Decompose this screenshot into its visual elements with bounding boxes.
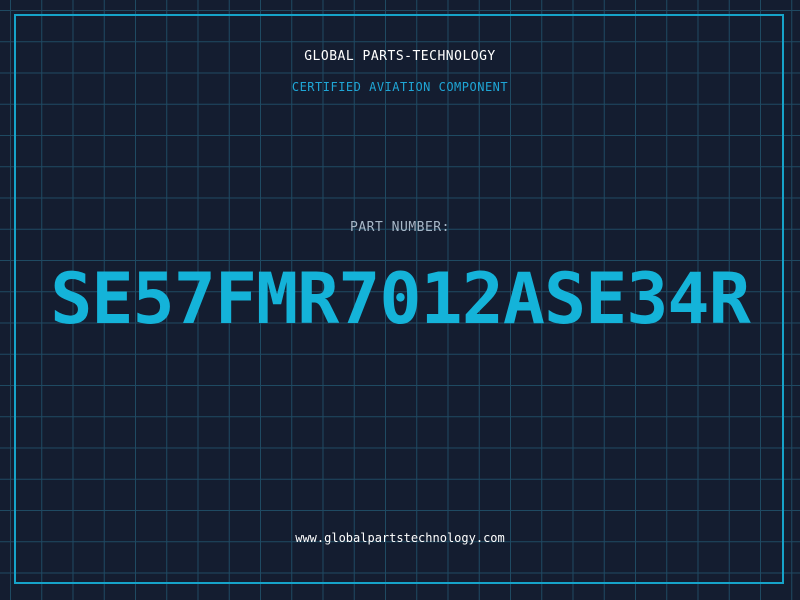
company-name: GLOBAL PARTS-TECHNOLOGY bbox=[304, 49, 496, 64]
part-number-label: PART NUMBER: bbox=[350, 220, 450, 235]
part-number-value: SE57FMR7012ASE34R bbox=[50, 258, 750, 340]
label-canvas: GLOBAL PARTS-TECHNOLOGY CERTIFIED AVIATI… bbox=[0, 0, 800, 600]
certification-tagline: CERTIFIED AVIATION COMPONENT bbox=[291, 80, 509, 94]
website-url: www.globalpartstechnology.com bbox=[295, 531, 505, 545]
